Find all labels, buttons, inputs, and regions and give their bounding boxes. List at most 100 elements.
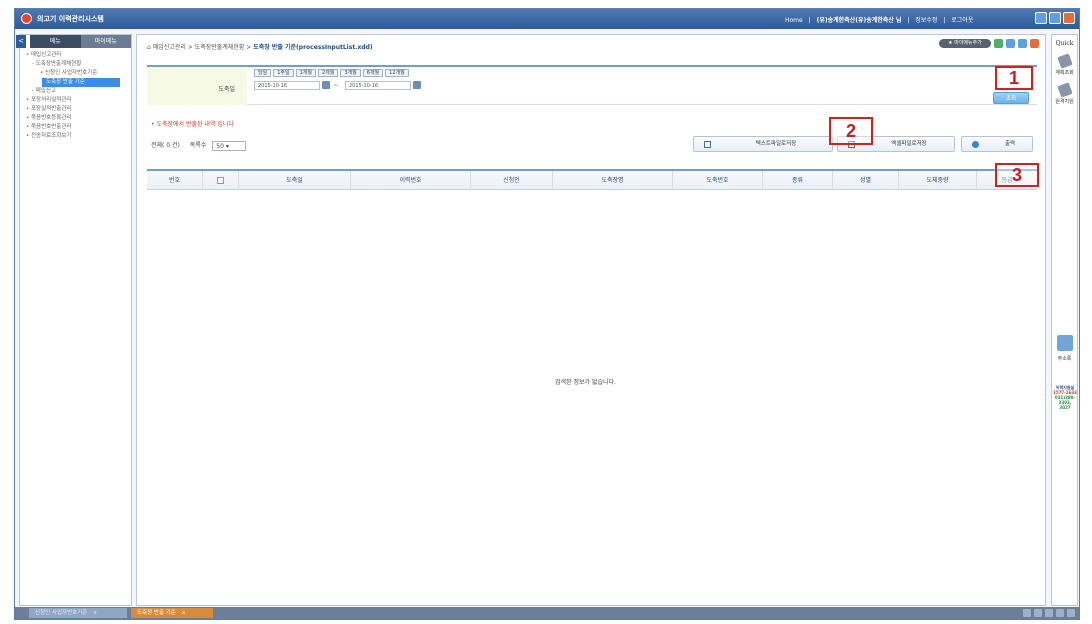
close-icon[interactable]	[1063, 12, 1075, 24]
rows-per-page-select[interactable]: 50 ▾	[212, 140, 247, 151]
col-trace-number[interactable]: 이력번호	[351, 171, 471, 190]
search-button[interactable]: 조회	[993, 92, 1029, 104]
period-6month-button[interactable]: 6개월	[362, 69, 384, 77]
date-from-input[interactable]: 2015-10-16	[254, 81, 320, 90]
minimize-icon[interactable]	[1035, 12, 1047, 24]
sidebar-item-purchase-report-mgmt[interactable]: • 매입신고관리	[20, 51, 131, 60]
app-window: 의고기 이력관리시스템 Home | (유)송계한축산(유)송계한축산 님 | …	[14, 8, 1080, 620]
tab-prev-icon[interactable]	[1023, 609, 1031, 617]
print-label: 출력	[1004, 141, 1016, 147]
sidebar-item-by-slaughterhouse[interactable]: 도축장 반출 기준	[42, 78, 120, 87]
top-nav-logout[interactable]: 로그아웃	[951, 17, 973, 24]
support-phone-3: 3303, 3027	[1058, 400, 1072, 410]
sidebar-item-packaging-shipment[interactable]: • 포장실적반출관리	[20, 105, 131, 114]
search-date-label: 도축일	[218, 86, 235, 93]
scroll-icon[interactable]	[1067, 609, 1075, 617]
sidebar-item-packaging-performance[interactable]: • 포장처리실적관리	[20, 96, 131, 105]
breadcrumb-path: 매입신고관리 > 도축장반출계체현황 >	[152, 44, 252, 51]
breadcrumb-current: 도축장 반출 기준(processInputList.xdd)	[253, 44, 373, 51]
tab-my-menu[interactable]: 마이메뉴	[80, 35, 131, 48]
period-today-button[interactable]: 당일	[254, 69, 272, 77]
sidebar-item-bundle-registration[interactable]: • 묶음번호등록관리	[20, 114, 131, 123]
calendar-icon[interactable]	[322, 81, 330, 89]
col-select-all[interactable]	[203, 171, 239, 190]
col-number[interactable]: 번호	[147, 171, 203, 190]
print-icon	[972, 141, 979, 148]
close-tab-icon[interactable]: x	[182, 610, 185, 616]
close-page-icon[interactable]	[1030, 39, 1039, 48]
col-slaughterhouse[interactable]: 도축장명	[553, 171, 673, 190]
tab-controls	[1023, 609, 1075, 617]
sidebar-item-bundle-shipment[interactable]: • 묶음번호반출관리	[20, 123, 131, 132]
quick-plan-view-label: 계획조회	[1055, 70, 1074, 76]
help-icon[interactable]	[994, 39, 1003, 48]
sidebar-item-slaughterhouse-status[interactable]: - 도축장반출계체현황	[20, 60, 131, 69]
top-nav-separator: |	[943, 17, 946, 24]
top-nav-edit-info[interactable]: 정보수정	[915, 17, 937, 24]
period-12month-button[interactable]: 12개월	[385, 69, 409, 77]
top-nav-user: (유)송계한축산(유)송계한축산 님	[816, 17, 902, 24]
bottom-tab-by-applicant[interactable]: 신청인 사업자번호기준 x	[29, 608, 127, 618]
col-type[interactable]: 종류	[763, 171, 833, 190]
sidebar-item-transfer-data[interactable]: • 전송자료조회보기	[20, 132, 131, 141]
pen-icon	[1056, 53, 1073, 69]
period-2month-button[interactable]: 2개월	[317, 69, 339, 77]
sidebar-toggle-button[interactable]: <	[16, 35, 26, 48]
bottom-tab-bar: 신청인 사업자번호기준 x 도축장 반출 기준 x	[15, 607, 1079, 619]
window-icon[interactable]	[1018, 39, 1027, 48]
search-panel: 도축일 당일 1주일 1개월 2개월 3개월 6개월 12개월 2015-10-…	[147, 65, 1037, 105]
bottom-tab-label: 도축장 반출 기준	[137, 610, 176, 616]
list-count-bar: 전체( 0 건) 목록수 50 ▾	[151, 140, 247, 151]
quick-title: Quick	[1055, 40, 1074, 47]
address-book-icon[interactable]	[1057, 335, 1073, 351]
save-text-file-label: 텍스트파일로저장	[755, 141, 797, 147]
calendar-icon[interactable]	[413, 81, 421, 89]
col-slaughter-date[interactable]: 도축일	[239, 171, 351, 190]
app-title: 의고기 이력관리시스템	[37, 15, 104, 23]
results-table-header: 번호 도축일 이력번호 신청인 도축장명 도축번호 종류 성별 도체중량 등급	[147, 169, 1037, 190]
save-excel-file-label: 엑셀파일로저장	[891, 141, 927, 147]
tab-list-icon[interactable]	[1045, 609, 1053, 617]
col-sex[interactable]: 성별	[833, 171, 899, 190]
refresh-icon[interactable]	[1006, 39, 1015, 48]
tool-icon	[1056, 82, 1073, 98]
period-buttons: 당일 1주일 1개월 2개월 3개월 6개월 12개월	[254, 69, 409, 77]
period-1month-button[interactable]: 1개월	[295, 69, 316, 77]
notice-text: • 도축장에서 반출된 내역 입니다	[151, 121, 234, 128]
bottom-tab-label: 신청인 사업자번호기준	[35, 610, 88, 616]
col-applicant[interactable]: 신청인	[471, 171, 553, 190]
address-book-label[interactable]: 주소록	[1052, 355, 1077, 362]
top-nav-home[interactable]: Home	[785, 17, 803, 24]
search-label-cell: 도축일	[147, 67, 247, 105]
disk-icon	[704, 141, 711, 148]
sidebar-item-purchase-report[interactable]: - 매입신고	[20, 87, 131, 96]
quick-remote-support-button[interactable]: 원격지원	[1052, 82, 1077, 105]
col-carcass-weight[interactable]: 도체중량	[899, 171, 977, 190]
date-range-separator: ~	[333, 82, 339, 89]
tab-next-icon[interactable]	[1034, 609, 1042, 617]
app-logo-icon	[21, 13, 32, 24]
tab-close-all-icon[interactable]	[1056, 609, 1064, 617]
add-my-menu-button[interactable]: ★ 마이메뉴추가	[939, 39, 991, 48]
sidebar-item-by-applicant[interactable]: • 신청인 사업자번호기준	[20, 69, 131, 78]
select-all-checkbox[interactable]	[217, 177, 224, 184]
quick-plan-view-button[interactable]: 계획조회	[1052, 53, 1077, 76]
col-slaughter-number[interactable]: 도축번호	[673, 171, 763, 190]
close-tab-icon[interactable]: x	[93, 610, 96, 616]
tab-menu[interactable]: 메뉴	[30, 35, 81, 48]
date-to-input[interactable]: 2015-10-16	[345, 81, 411, 90]
period-1week-button[interactable]: 1주일	[273, 69, 294, 77]
annotation-marker-1: 1	[995, 66, 1033, 90]
maximize-icon[interactable]	[1049, 12, 1061, 24]
total-count: 전체( 0 건)	[151, 142, 180, 149]
quick-remote-support-label: 원격지원	[1055, 99, 1074, 105]
annotation-marker-3: 3	[995, 163, 1039, 187]
title-bar: 의고기 이력관리시스템 Home | (유)송계한축산(유)송계한축산 님 | …	[15, 9, 1079, 29]
print-button[interactable]: 출력	[961, 136, 1033, 152]
rows-label: 목록수	[189, 142, 207, 149]
save-text-file-button[interactable]: 텍스트파일로저장	[693, 136, 833, 152]
period-3month-button[interactable]: 3개월	[340, 69, 361, 77]
top-nav-separator: |	[907, 17, 910, 24]
bottom-tab-by-slaughterhouse[interactable]: 도축장 반출 기준 x	[131, 608, 213, 618]
sidebar: < 메뉴 마이메뉴 • 매입신고관리 - 도축장반출계체현황 • 신청인 사업자…	[16, 34, 132, 606]
